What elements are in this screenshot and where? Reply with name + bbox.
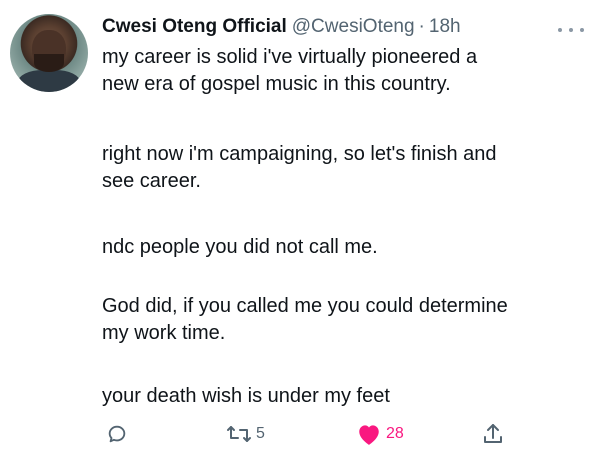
tweet-paragraph: right now i'm campaigning, so let's fini… [102, 143, 497, 192]
separator-dot: · [418, 16, 425, 37]
share-icon [484, 424, 502, 443]
tweet: Cwesi Oteng Official @CwesiOteng · 18h m… [0, 0, 600, 456]
retweet-count: 5 [256, 425, 265, 442]
avatar-beard [34, 54, 64, 72]
like-button[interactable]: 28 [356, 420, 404, 448]
tweet-paragraph: God did, if you called me you could dete… [102, 295, 508, 344]
reply-button[interactable] [106, 420, 128, 448]
heart-icon [359, 425, 379, 445]
more-dot [558, 28, 562, 32]
display-name[interactable]: Cwesi Oteng Official [102, 16, 287, 38]
user-handle[interactable]: @CwesiOteng [292, 16, 415, 38]
more-icon[interactable] [558, 26, 584, 34]
tweet-paragraph: your death wish is under my feet [102, 385, 390, 407]
tweet-header: Cwesi Oteng Official @CwesiOteng · 18h [102, 16, 461, 42]
more-dot [580, 28, 584, 32]
avatar[interactable] [10, 14, 88, 92]
tweet-paragraph: ndc people you did not call me. [102, 236, 378, 258]
timestamp[interactable]: 18h [429, 16, 461, 38]
retweet-icon [227, 426, 251, 442]
more-dot [569, 28, 573, 32]
avatar-body [18, 70, 80, 92]
reply-icon [108, 425, 126, 443]
share-button[interactable] [482, 420, 504, 448]
like-count: 28 [386, 425, 404, 442]
tweet-paragraph: my career is solid i've virtually pionee… [102, 46, 478, 95]
retweet-button[interactable]: 5 [226, 420, 265, 448]
